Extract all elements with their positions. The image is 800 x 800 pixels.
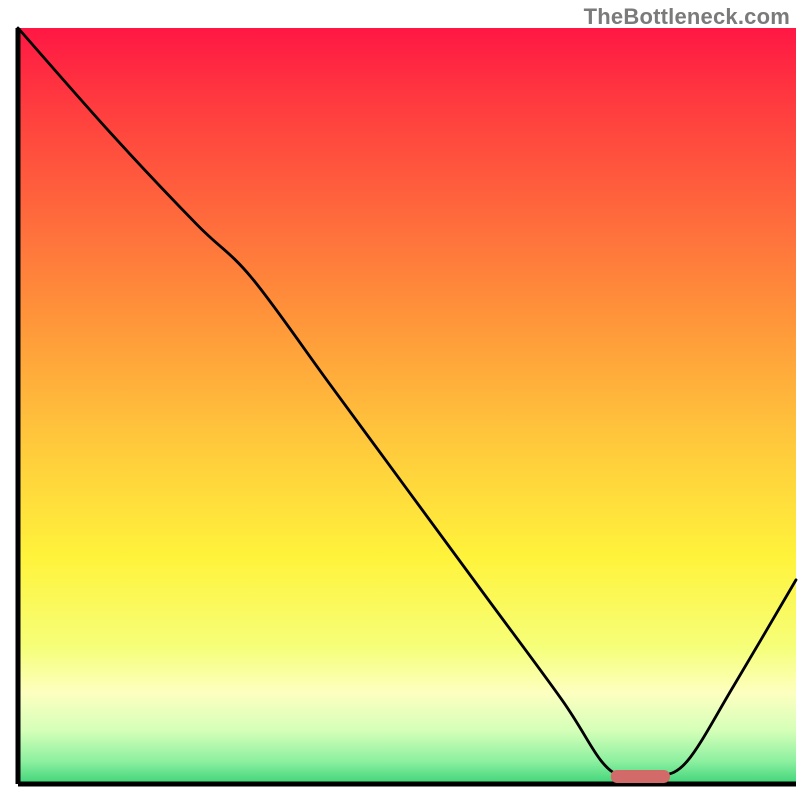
- chart-container: TheBottleneck.com: [0, 0, 800, 800]
- watermark-text: TheBottleneck.com: [584, 4, 790, 30]
- bottleneck-chart: [0, 0, 800, 800]
- plot-background: [18, 28, 796, 784]
- optimal-range-marker: [611, 770, 670, 783]
